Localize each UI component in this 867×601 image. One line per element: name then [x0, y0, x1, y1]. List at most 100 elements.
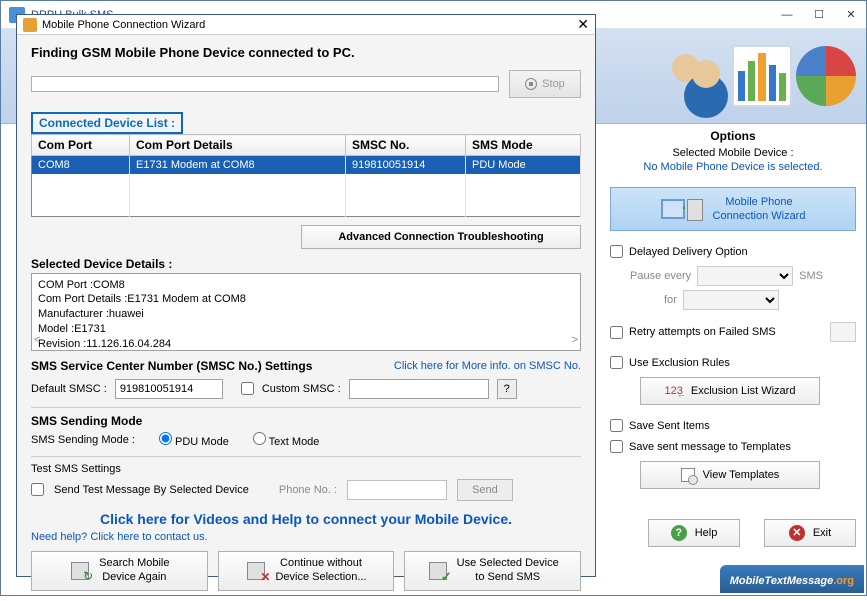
help-label: Help [695, 527, 718, 539]
test-sms-row: Send Test Message By Selected Device Pho… [31, 479, 581, 501]
search-again-label: Search MobileDevice Again [99, 557, 169, 583]
dialog-title: Mobile Phone Connection Wizard [42, 19, 205, 31]
cell-details: E1731 Modem at COM8 [130, 156, 346, 175]
col-sms-mode[interactable]: SMS Mode [466, 135, 581, 156]
retry-row: Retry attempts on Failed SMS [610, 322, 856, 342]
sms-suffix: SMS [799, 270, 823, 282]
stop-button[interactable]: Stop [509, 70, 581, 98]
col-smsc[interactable]: SMSC No. [346, 135, 466, 156]
selected-device-details-box[interactable]: COM Port :COM8 Com Port Details :E1731 M… [31, 273, 581, 351]
exit-button[interactable]: ✕ Exit [764, 519, 856, 547]
exit-label: Exit [813, 527, 831, 539]
help-icon: ? [671, 525, 687, 541]
retry-select[interactable] [830, 322, 856, 342]
for-select[interactable] [683, 290, 779, 310]
exclusion-wizard-button[interactable]: 123 Exclusion List Wizard [640, 377, 820, 405]
use-selected-icon [427, 560, 449, 582]
save-sent-checkbox[interactable] [610, 419, 623, 432]
default-smsc-input[interactable] [115, 379, 223, 399]
progress-row: Stop [31, 70, 581, 98]
minimize-button[interactable]: — [780, 8, 794, 22]
view-templates-label: View Templates [703, 469, 780, 481]
cell-smsc: 919810051914 [346, 156, 466, 175]
finding-label: Finding GSM Mobile Phone Device connecte… [31, 45, 581, 60]
people-icon [672, 48, 728, 104]
header-graphic [672, 41, 856, 111]
delayed-delivery-checkbox[interactable] [610, 245, 623, 258]
connection-wizard-icon [661, 195, 703, 223]
continue-without-label: Continue withoutDevice Selection... [275, 557, 366, 583]
send-test-checkbox[interactable] [31, 483, 44, 496]
templates-icon [681, 468, 695, 482]
dialog-icon [23, 18, 37, 32]
dialog-buttons: Search MobileDevice Again Continue witho… [31, 551, 581, 591]
search-again-icon [69, 560, 91, 582]
connection-wizard-button[interactable]: Mobile PhoneConnection Wizard [610, 187, 856, 231]
search-again-button[interactable]: Search MobileDevice Again [31, 551, 208, 591]
use-selected-button[interactable]: Use Selected Deviceto Send SMS [404, 551, 581, 591]
maximize-button[interactable]: ☐ [812, 8, 826, 22]
smsc-help-button[interactable]: ? [497, 379, 517, 399]
for-row: for [664, 290, 856, 310]
videos-help-link[interactable]: Click here for Videos and Help to connec… [31, 511, 581, 527]
continue-without-button[interactable]: Continue withoutDevice Selection... [218, 551, 395, 591]
window-controls: — ☐ ✕ [780, 8, 858, 22]
sms-mode-title: SMS Sending Mode [31, 414, 581, 428]
options-panel: Options Selected Mobile Device : No Mobi… [610, 129, 856, 503]
continue-without-icon [245, 560, 267, 582]
save-templates-label: Save sent message to Templates [629, 441, 791, 453]
smsc-values-row: Default SMSC : Custom SMSC : ? [31, 379, 581, 399]
phone-no-label: Phone No. : [279, 484, 337, 496]
help-button[interactable]: ? Help [648, 519, 740, 547]
save-sent-row: Save Sent Items [610, 419, 856, 432]
save-templates-checkbox[interactable] [610, 440, 623, 453]
exit-icon: ✕ [789, 525, 805, 541]
dialog-close-button[interactable]: ✕ [577, 16, 589, 33]
cell-port: COM8 [32, 156, 130, 175]
cell-mode: PDU Mode [466, 156, 581, 175]
smsc-settings-row: SMS Service Center Number (SMSC No.) Set… [31, 359, 581, 373]
sms-mode-section: SMS Sending Mode SMS Sending Mode : PDU … [31, 407, 581, 448]
bottom-buttons: ? Help ✕ Exit [648, 519, 856, 547]
sms-mode-row: SMS Sending Mode : PDU Mode Text Mode [31, 432, 581, 448]
text-mode-option[interactable]: Text Mode [253, 432, 320, 448]
phone-no-input[interactable] [347, 480, 447, 500]
save-sent-label: Save Sent Items [629, 420, 710, 432]
col-com-details[interactable]: Com Port Details [130, 135, 346, 156]
use-exclusion-label: Use Exclusion Rules [629, 357, 730, 369]
main-window: DRPU Bulk SMS — ☐ ✕ Options Selected Mob… [0, 0, 867, 596]
stop-label: Stop [542, 78, 565, 90]
custom-smsc-checkbox[interactable] [241, 382, 254, 395]
send-test-button[interactable]: Send [457, 479, 513, 501]
selected-device-value: No Mobile Phone Device is selected. [610, 161, 856, 173]
custom-smsc-input[interactable] [349, 379, 489, 399]
pause-every-select[interactable] [697, 266, 793, 286]
use-exclusion-row: Use Exclusion Rules [610, 356, 856, 369]
test-sms-title: Test SMS Settings [31, 463, 581, 475]
advanced-troubleshooting-button[interactable]: Advanced Connection Troubleshooting [301, 225, 581, 249]
use-exclusion-checkbox[interactable] [610, 356, 623, 369]
delayed-delivery-label: Delayed Delivery Option [629, 246, 748, 258]
pdu-mode-option[interactable]: PDU Mode [159, 432, 229, 448]
smsc-info-link[interactable]: Click here for More info. on SMSC No. [394, 360, 581, 372]
footer-logo: MobileTextMessage.org [720, 565, 864, 593]
table-row-empty [32, 174, 581, 188]
contact-us-link[interactable]: Need help? Click here to contact us. [31, 531, 581, 543]
close-button[interactable]: ✕ [844, 8, 858, 22]
pause-every-row: Pause every SMS [630, 266, 856, 286]
retry-label: Retry attempts on Failed SMS [629, 326, 776, 338]
sms-mode-label: SMS Sending Mode : [31, 434, 135, 446]
pie-chart-icon [796, 46, 856, 106]
connection-wizard-dialog: Mobile Phone Connection Wizard ✕ Finding… [16, 14, 596, 577]
dialog-titlebar: Mobile Phone Connection Wizard ✕ [17, 15, 595, 35]
custom-smsc-label: Custom SMSC : [262, 383, 341, 395]
send-test-label: Send Test Message By Selected Device [54, 484, 249, 496]
selected-device-label: Selected Mobile Device : [610, 147, 856, 159]
use-selected-label: Use Selected Deviceto Send SMS [457, 557, 559, 583]
table-row-empty [32, 188, 581, 202]
exclusion-icon: 123 [665, 385, 683, 397]
table-row[interactable]: COM8 E1731 Modem at COM8 919810051914 PD… [32, 156, 581, 175]
view-templates-button[interactable]: View Templates [640, 461, 820, 489]
col-com-port[interactable]: Com Port [32, 135, 130, 156]
retry-checkbox[interactable] [610, 326, 623, 339]
